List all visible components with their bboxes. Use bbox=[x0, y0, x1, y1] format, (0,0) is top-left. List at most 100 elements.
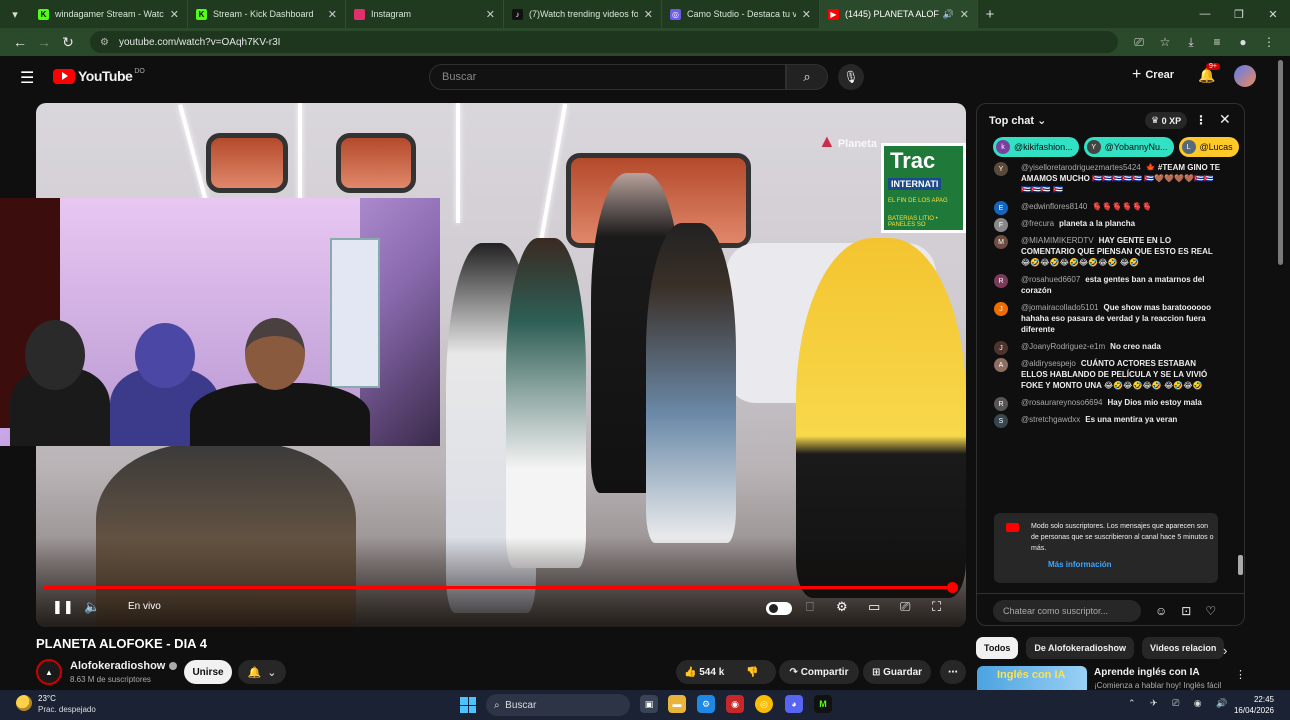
browser-tab[interactable]: ▶ (1445) PLANETA ALOFOKE · 🔊 ✕ bbox=[820, 0, 978, 28]
account-avatar[interactable] bbox=[1234, 65, 1256, 87]
browser-tab[interactable]: Kwindagamer Stream - Watch Li ✕ bbox=[30, 0, 188, 28]
progress-scrubber[interactable] bbox=[947, 582, 958, 593]
settings-app-icon[interactable]: ⚙ bbox=[697, 695, 715, 713]
settings-gear-icon[interactable]: ⚙ bbox=[836, 599, 848, 615]
site-info-icon[interactable]: ⚙ bbox=[100, 37, 109, 48]
recommendation-thumbnail[interactable]: Inglés con IA bbox=[977, 666, 1087, 690]
chat-author[interactable]: @MIAMIMIKERDTV bbox=[1021, 236, 1094, 245]
tab-search-icon[interactable]: ▾ bbox=[0, 0, 30, 28]
tab-close-icon[interactable]: ✕ bbox=[328, 8, 337, 21]
youtube-logo[interactable]: YouTube DO bbox=[53, 68, 145, 84]
chat-more-icon[interactable]: ⋮ bbox=[1195, 113, 1207, 127]
channel-avatar[interactable]: ▲ bbox=[36, 659, 62, 685]
task-view-icon[interactable]: ▣ bbox=[640, 695, 658, 713]
chat-author[interactable]: @jomairacollado5101 bbox=[1021, 303, 1099, 312]
browser-tab[interactable]: Instagram ✕ bbox=[346, 0, 504, 28]
super-chat-ticker[interactable]: Y @YobannyNu... bbox=[1083, 137, 1174, 157]
filter-chip[interactable]: Videos relacion bbox=[1142, 637, 1225, 659]
chat-author[interactable]: @stretchgawdxx bbox=[1021, 415, 1080, 424]
captions-icon[interactable]: ⎕ bbox=[806, 599, 814, 615]
volume-icon[interactable]: 🔈 bbox=[84, 599, 100, 615]
chat-message[interactable]: J @JoanyRodriguez-e1m No creo nada bbox=[977, 339, 1235, 356]
media-control-icon[interactable]: ≡ bbox=[1204, 35, 1230, 50]
windows-start-icon[interactable] bbox=[460, 697, 476, 713]
profile-icon[interactable]: ● bbox=[1230, 35, 1256, 50]
back-icon[interactable]: ← bbox=[8, 30, 32, 54]
like-button[interactable]: 👍 544 k bbox=[684, 667, 724, 678]
chat-input[interactable]: Chatear como suscriptor... bbox=[993, 599, 1141, 622]
filter-chip[interactable]: De Alofokeradioshow bbox=[1026, 637, 1135, 659]
search-input[interactable]: Buscar bbox=[429, 64, 786, 90]
chevron-right-icon[interactable]: › bbox=[1223, 643, 1227, 658]
chat-author[interactable]: @rosahued6607 bbox=[1021, 275, 1080, 284]
chat-message[interactable]: E @edwinflores8140 🫀🫀🫀🫀🫀🫀 bbox=[977, 199, 1235, 216]
weather-icon[interactable] bbox=[16, 695, 32, 711]
microphone-icon[interactable]: 🎙 bbox=[838, 64, 864, 90]
browser-tab[interactable]: K Stream - Kick Dashboard ✕ bbox=[188, 0, 346, 28]
chat-mode-selector[interactable]: Top chat ⌄ bbox=[989, 114, 1046, 127]
forward-icon[interactable]: → bbox=[32, 30, 56, 54]
bookmark-star-icon[interactable]: ☆ bbox=[1152, 35, 1178, 50]
super-chat-ticker[interactable]: k @kikifashion... bbox=[993, 137, 1079, 157]
more-actions-icon[interactable]: ⋯ bbox=[940, 660, 966, 684]
chat-scrollbar[interactable] bbox=[1238, 555, 1243, 575]
chat-author[interactable]: @yiselloretarodriguezmartes5424 bbox=[1021, 163, 1141, 172]
filter-chip[interactable]: Todos bbox=[976, 637, 1019, 659]
chat-author[interactable]: @rosaurareynoso6694 bbox=[1021, 398, 1103, 407]
url-field[interactable]: ⚙ youtube.com/watch?v=OAqh7KV-r3I bbox=[90, 31, 1118, 53]
tab-audio-icon[interactable]: 🔊 bbox=[943, 9, 954, 20]
xp-badge[interactable]: ♛ 0 XP bbox=[1145, 112, 1188, 129]
tab-close-icon[interactable]: ✕ bbox=[960, 8, 969, 21]
tab-close-icon[interactable]: ✕ bbox=[644, 8, 653, 21]
maximize-icon[interactable]: ❐ bbox=[1222, 0, 1256, 28]
more-info-link[interactable]: Más información bbox=[1048, 560, 1112, 569]
chat-message[interactable]: R @rosahued6607 esta gentes ban a matarnos… bbox=[977, 272, 1235, 300]
chat-message[interactable]: M @MIAMIMIKERDTV HAY GENTE EN LO COMENTARI… bbox=[977, 233, 1235, 272]
taskbar-search[interactable]: ⌕ Buscar bbox=[486, 694, 630, 716]
recommendation-more-icon[interactable]: ⋮ bbox=[1235, 668, 1246, 681]
browser-tab[interactable]: ◎ Camo Studio - Destaca tu vide ✕ bbox=[662, 0, 820, 28]
chat-message[interactable]: S @stretchgawdxx Es una mentira ya veran bbox=[977, 412, 1235, 429]
browser-tab[interactable]: ♪ (7)Watch trending videos for yo ✕ bbox=[504, 0, 662, 28]
page-scrollbar[interactable] bbox=[1278, 60, 1283, 265]
channel-name[interactable]: Alofokeradioshow bbox=[70, 660, 178, 672]
kick-app-icon[interactable]: M bbox=[814, 695, 832, 713]
progress-bar[interactable] bbox=[44, 582, 958, 593]
pause-icon[interactable]: ❚❚ bbox=[52, 599, 74, 615]
chat-author[interactable]: @aldirysespejo bbox=[1021, 359, 1076, 368]
clock[interactable]: 22:45 16/04/2026 bbox=[1228, 694, 1274, 716]
dislike-button[interactable]: 👎 bbox=[746, 667, 758, 678]
file-explorer-icon[interactable]: ▬ bbox=[668, 695, 686, 713]
chat-message[interactable]: F @frecura planeta a la plancha bbox=[977, 216, 1235, 233]
live-indicator[interactable]: En vivo bbox=[128, 601, 161, 612]
hamburger-menu-icon[interactable]: ☰ bbox=[20, 68, 34, 88]
chrome-icon[interactable]: ◎ bbox=[755, 695, 773, 713]
notifications-bell-icon[interactable]: 🔔 9+ bbox=[1198, 63, 1220, 84]
app-icon[interactable]: ◉ bbox=[726, 695, 744, 713]
close-window-icon[interactable]: ✕ bbox=[1256, 0, 1290, 28]
chat-message[interactable]: A @aldirysespejo CUÁNTO ACTORES ESTABAN EL… bbox=[977, 356, 1235, 395]
search-icon[interactable]: ⌕ bbox=[786, 64, 828, 90]
super-chat-ticker[interactable]: L @Lucas bbox=[1178, 137, 1239, 157]
chat-message[interactable]: J @jomairacollado5101 Que show mas baratoo… bbox=[977, 300, 1235, 339]
subscribed-bell-button[interactable]: 🔔 ⌄ bbox=[238, 660, 286, 684]
discord-icon[interactable]: ◕ bbox=[785, 695, 803, 713]
browser-menu-icon[interactable]: ⋮ bbox=[1256, 35, 1282, 50]
cast-icon[interactable]: ⎚ bbox=[1126, 35, 1152, 50]
heart-icon[interactable]: ♡ bbox=[1205, 604, 1216, 618]
super-chat-icon[interactable]: ⊡ bbox=[1181, 604, 1191, 618]
system-tray-icons[interactable]: ⌃ ✈ ⎚ ◉ 🔊 bbox=[1128, 698, 1233, 709]
reload-icon[interactable]: ↻ bbox=[56, 30, 80, 54]
chat-close-icon[interactable]: ✕ bbox=[1219, 111, 1231, 128]
cast-to-tv-icon[interactable]: ⎚ bbox=[900, 599, 910, 615]
recommendation-title[interactable]: Aprende inglés con IA bbox=[1094, 667, 1200, 678]
autoplay-toggle[interactable] bbox=[766, 602, 792, 615]
tab-close-icon[interactable]: ✕ bbox=[170, 8, 179, 21]
fullscreen-icon[interactable]: ⛶ bbox=[932, 599, 941, 615]
chat-message[interactable]: R @rosaurareynoso6694 Hay Dios mio estoy m… bbox=[977, 395, 1235, 412]
tab-close-icon[interactable]: ✕ bbox=[486, 8, 495, 21]
minimize-icon[interactable]: — bbox=[1188, 0, 1222, 28]
new-tab-button[interactable]: + bbox=[978, 6, 1002, 23]
save-button[interactable]: ⊞ Guardar bbox=[863, 660, 931, 684]
chat-author[interactable]: @JoanyRodriguez-e1m bbox=[1021, 342, 1105, 351]
